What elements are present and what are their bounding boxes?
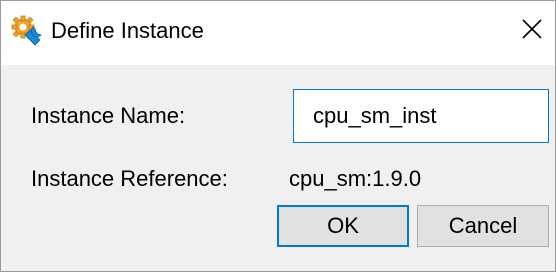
wrench-gear-icon (11, 15, 43, 47)
dialog-title: Define Instance (51, 18, 204, 43)
instance-name-label: Instance Name: (31, 103, 186, 128)
instance-reference-label: Instance Reference: (31, 166, 228, 191)
cancel-button[interactable]: Cancel (417, 205, 549, 247)
instance-name-input[interactable] (293, 89, 549, 143)
define-instance-dialog: Define Instance Instance Name: Instance … (0, 0, 556, 272)
close-button[interactable] (509, 1, 555, 61)
title-bar: Define Instance (1, 1, 555, 65)
close-icon (521, 18, 543, 45)
ok-button[interactable]: OK (277, 205, 409, 247)
instance-reference-value: cpu_sm:1.9.0 (289, 166, 422, 191)
dialog-body: Instance Name: Instance Reference: cpu_s… (1, 65, 555, 271)
